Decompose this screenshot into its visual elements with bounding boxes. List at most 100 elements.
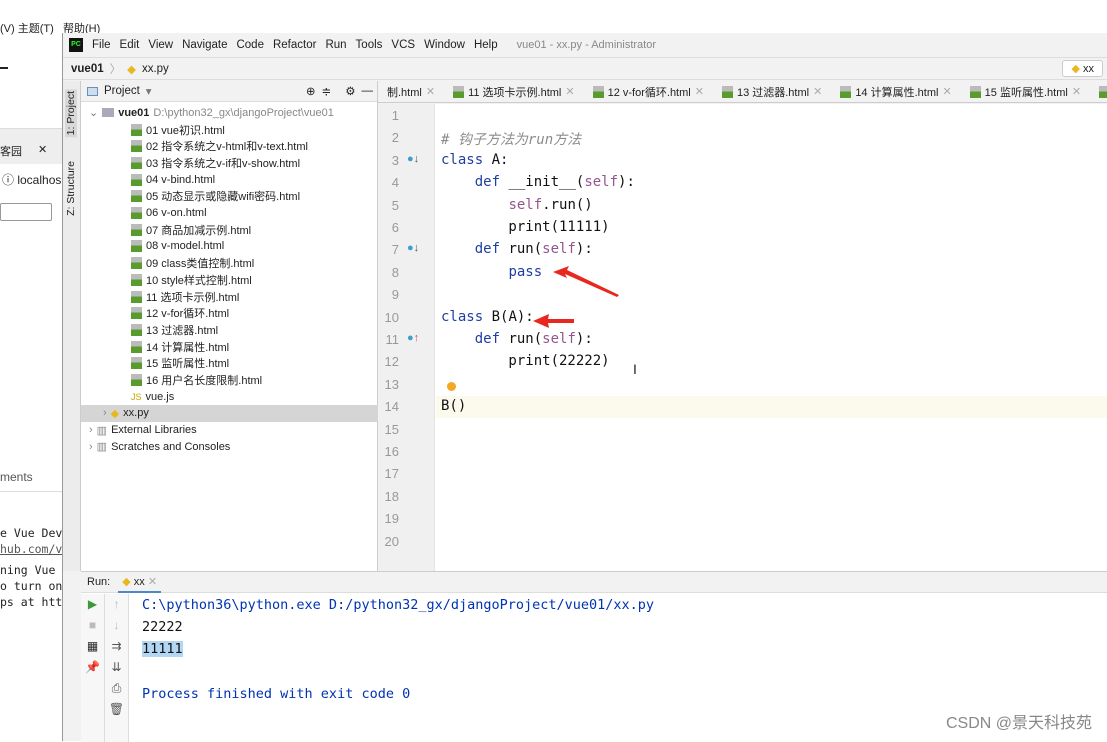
collapse-icon[interactable]: ≑ xyxy=(322,84,332,98)
tree-file[interactable]: 11 选项卡示例.html xyxy=(81,288,378,305)
menu-edit[interactable]: Edit xyxy=(120,39,140,51)
tree-node[interactable]: › ▥ External Libraries xyxy=(81,422,378,439)
search-input[interactable] xyxy=(0,203,52,221)
tree-file[interactable]: 05 动态显示或隐藏wifi密码.html xyxy=(81,188,378,205)
output-line: C:\python36\python.exe D:/python32_gx/dj… xyxy=(142,597,655,613)
up-arrow-icon[interactable]: ↑ xyxy=(105,594,128,615)
close-icon[interactable]: ✕ xyxy=(695,85,704,98)
close-icon[interactable]: ✕ xyxy=(426,85,435,98)
editor-tab[interactable]: 12 v-for循环.html ✕ xyxy=(584,84,713,100)
tab-structure[interactable]: Z: Structure xyxy=(65,161,77,216)
html-file-icon xyxy=(969,85,981,98)
process-finished: Process finished with exit code 0 xyxy=(142,686,411,702)
folder-icon xyxy=(102,108,115,117)
tree-file[interactable]: JS vue.js xyxy=(81,388,378,405)
menu-tools[interactable]: Tools xyxy=(356,39,383,51)
layout-icon[interactable]: ▦ xyxy=(81,636,104,657)
tree-file[interactable]: 04 v-bind.html xyxy=(81,171,378,188)
run-config-select[interactable]: ◆ xx xyxy=(1062,60,1103,77)
left-tool-strip: 1: Project Z: Structure xyxy=(63,81,81,571)
tree-file[interactable]: 15 监听属性.html xyxy=(81,355,378,372)
html-file-icon xyxy=(131,240,142,253)
menu-code[interactable]: Code xyxy=(236,39,264,51)
python-file-icon: ◆ xyxy=(127,63,136,76)
text-cursor-icon: I xyxy=(633,361,637,377)
menu-window[interactable]: Window xyxy=(424,39,465,51)
editor-tab[interactable]: 13 过滤器.html ✕ xyxy=(713,84,831,100)
menu-run[interactable]: Run xyxy=(325,39,346,51)
output-line: 22222 xyxy=(142,619,183,635)
menu-view[interactable]: View xyxy=(148,39,173,51)
pycharm-logo: PC xyxy=(69,38,83,52)
tree-file[interactable]: 08 v-model.html xyxy=(81,238,378,255)
project-panel-header: Project ▾ ⊕ ≑ ⚙ — xyxy=(81,81,377,102)
tree-file[interactable]: 09 class类值控制.html xyxy=(81,255,378,272)
tree-file[interactable]: 13 过滤器.html xyxy=(81,321,378,338)
html-file-icon xyxy=(131,140,142,153)
print-icon[interactable]: ⎙ xyxy=(105,678,128,699)
tree-root[interactable]: ⌄ vue01 D:\python32_gx\djangoProject\vue01 xyxy=(81,104,378,121)
close-icon[interactable]: ✕ xyxy=(38,143,47,156)
browser-tab[interactable]: 客园 ✕ xyxy=(0,128,62,164)
tab-project[interactable]: 1: Project xyxy=(65,89,77,138)
run-tab[interactable]: ◆ xx ✕ xyxy=(118,572,162,593)
red-arrow xyxy=(533,314,574,328)
project-view-select[interactable]: Project xyxy=(104,85,140,97)
red-arrow xyxy=(553,266,619,297)
tree-file[interactable]: 03 指令系统之v-if和v-show.html xyxy=(81,154,378,171)
editor-tab[interactable]: 14 计算属性.html ✕ xyxy=(831,84,960,100)
html-file-icon xyxy=(131,207,142,219)
tree-file[interactable]: 01 vue初识.html xyxy=(81,121,378,138)
tree-file[interactable]: 12 v-for循环.html xyxy=(81,305,378,322)
code-editor[interactable]: 1 2 # 钩子方法为run方法 3 class A: 4 def __init__(se… xyxy=(379,104,1107,571)
tree-file[interactable]: 02 指令系统之v-html和v-text.html xyxy=(81,138,378,155)
hide-icon[interactable]: — xyxy=(362,85,374,97)
stop-icon[interactable]: ■ xyxy=(81,615,104,636)
navigation-bar: vue01 〉 ◆ xx.py ◆ xx xyxy=(63,57,1107,80)
html-file-icon xyxy=(131,340,142,353)
js-file-icon: JS xyxy=(131,391,142,402)
tree-file[interactable]: 10 style样式控制.html xyxy=(81,271,378,288)
devtools-tab[interactable]: ments xyxy=(0,470,62,492)
output-line-selected: 11111 xyxy=(142,641,183,657)
editor-tab[interactable]: 15 监听属性.html ✕ xyxy=(961,84,1090,100)
trash-icon[interactable]: 🗑 xyxy=(105,699,128,720)
rerun-icon[interactable]: ▶ xyxy=(81,594,104,615)
tree-file[interactable]: 07 商品加减示例.html xyxy=(81,221,378,238)
library-icon: ▥ xyxy=(96,424,108,437)
python-icon: ◆ xyxy=(1071,63,1080,75)
chevron-down-icon[interactable]: ▾ xyxy=(146,84,152,98)
breadcrumb-project[interactable]: vue01 xyxy=(71,63,104,75)
editor-tab[interactable]: 制.html ✕ xyxy=(378,84,444,100)
address-bar[interactable]: ⓘ localhos xyxy=(2,171,61,188)
tree-file[interactable]: 16 用户名长度限制.html xyxy=(81,372,378,389)
menu-refactor[interactable]: Refactor xyxy=(273,39,316,51)
tree-file[interactable]: › ◆ xx.py xyxy=(81,404,378,422)
gear-icon[interactable]: ⚙ xyxy=(345,84,355,98)
breadcrumb-file[interactable]: xx.py xyxy=(142,63,169,75)
html-file-icon xyxy=(131,123,142,136)
locate-icon[interactable]: ⊕ xyxy=(306,84,316,98)
html-file-icon xyxy=(1099,85,1107,98)
tree-node[interactable]: › ▥ Scratches and Consoles xyxy=(81,438,378,455)
tree-file[interactable]: 06 v-on.html xyxy=(81,205,378,222)
close-icon[interactable]: ✕ xyxy=(565,85,574,98)
menu-navigate[interactable]: Navigate xyxy=(182,39,227,51)
html-file-icon xyxy=(131,173,142,186)
menu-help[interactable]: Help xyxy=(474,39,498,51)
close-icon[interactable]: ✕ xyxy=(813,85,822,98)
editor-tab[interactable]: 16 用户名长 xyxy=(1090,84,1107,100)
soft-wrap-icon[interactable]: ⇉ xyxy=(105,636,128,657)
watermark: CSDN @景天科技苑 xyxy=(945,715,1092,732)
editor-tab[interactable]: 11 选项卡示例.html ✕ xyxy=(444,84,584,100)
scroll-to-end-icon[interactable]: ⇊ xyxy=(105,657,128,678)
console-output: e Vue Devthub.com/vuning Vue io turn onp… xyxy=(0,526,62,609)
close-icon[interactable]: ✕ xyxy=(942,85,951,98)
library-icon: ▥ xyxy=(96,441,108,454)
down-arrow-icon[interactable]: ↓ xyxy=(105,615,128,636)
menu-file[interactable]: File xyxy=(92,39,111,51)
close-icon[interactable]: ✕ xyxy=(1072,85,1081,98)
pin-icon[interactable]: 📌 xyxy=(81,657,104,678)
menu-vcs[interactable]: VCS xyxy=(391,39,415,51)
tree-file[interactable]: 14 计算属性.html xyxy=(81,338,378,355)
